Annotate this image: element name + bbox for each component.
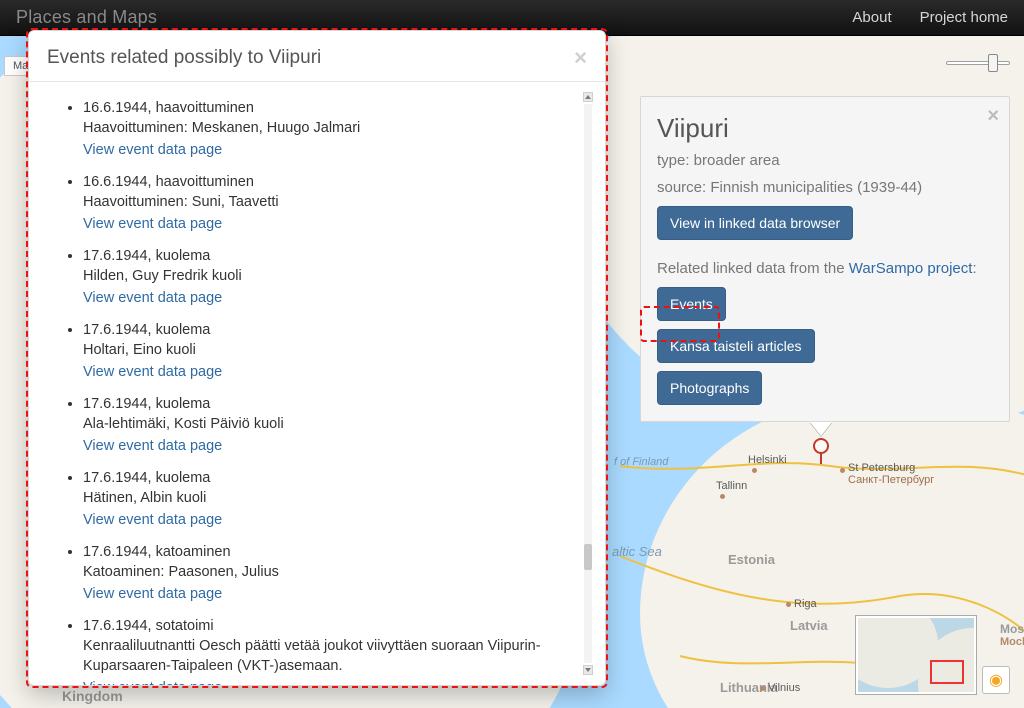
zoom-slider[interactable] [946, 52, 1010, 74]
event-description: Katoaminen: Paasonen, Julius [83, 562, 571, 582]
nav-about[interactable]: About [852, 9, 891, 26]
kansa-taisteli-button[interactable]: Kansa taisteli articles [657, 329, 815, 363]
event-description: Hilden, Guy Fredrik kuoli [83, 266, 571, 286]
event-description: Haavoittuminen: Meskanen, Huugo Jalmari [83, 118, 571, 138]
event-item: 17.6.1944, kuolemaHoltari, Eino kuoliVie… [83, 320, 571, 382]
event-item: 17.6.1944, katoaminenKatoaminen: Paasone… [83, 542, 571, 604]
view-event-data-link[interactable]: View event data page [83, 584, 222, 604]
event-heading: 17.6.1944, sotatoimi [83, 616, 571, 636]
event-item: 17.6.1944, kuolemaHilden, Guy Fredrik ku… [83, 246, 571, 308]
event-heading: 17.6.1944, kuolema [83, 394, 571, 414]
event-item: 16.6.1944, haavoittuminenHaavoittuminen:… [83, 172, 571, 234]
view-event-data-link[interactable]: View event data page [83, 288, 222, 308]
close-icon[interactable]: × [574, 45, 587, 71]
event-item: 16.6.1944, haavoittuminenHaavoittuminen:… [83, 98, 571, 160]
marker-icon [813, 438, 829, 454]
view-linked-data-button[interactable]: View in linked data browser [657, 206, 853, 240]
view-event-data-link[interactable]: View event data page [83, 510, 222, 530]
event-description: Haavoittuminen: Suni, Taavetti [83, 192, 571, 212]
minimap-viewport-icon [930, 660, 964, 684]
view-event-data-link[interactable]: View event data page [83, 678, 222, 685]
events-button[interactable]: Events [657, 287, 726, 321]
scroll-up-icon[interactable] [583, 92, 593, 102]
modal-header: Events related possibly to Viipuri × [29, 31, 605, 82]
label-gulf-of-finland: f of Finland [614, 456, 668, 468]
scroll-thumb[interactable] [584, 544, 592, 570]
event-item: 17.6.1944, kuolemaHätinen, Albin kuoliVi… [83, 468, 571, 530]
event-description: Ala-lehtimäki, Kosti Päiviö kuoli [83, 414, 571, 434]
modal-scrollbar[interactable] [583, 92, 593, 675]
event-item: 17.6.1944, kuolemaAla-lehtimäki, Kosti P… [83, 394, 571, 456]
app-title: Places and Maps [16, 7, 157, 28]
place-type: type: broader area [657, 152, 993, 169]
view-event-data-link[interactable]: View event data page [83, 214, 222, 234]
place-source: source: Finnish municipalities (1939-44) [657, 179, 993, 196]
modal-title: Events related possibly to Viipuri [47, 47, 321, 69]
pegman-icon: ◉ [989, 670, 1003, 690]
overview-minimap[interactable] [856, 616, 976, 694]
view-event-data-link[interactable]: View event data page [83, 362, 222, 382]
event-description: Hätinen, Albin kuoli [83, 488, 571, 508]
related-linked-data-text: Related linked data from the WarSampo pr… [657, 260, 993, 277]
photographs-button[interactable]: Photographs [657, 371, 762, 405]
event-heading: 17.6.1944, kuolema [83, 468, 571, 488]
event-heading: 17.6.1944, kuolema [83, 246, 571, 266]
event-heading: 16.6.1944, haavoittuminen [83, 172, 571, 192]
modal-body: 16.6.1944, haavoittuminenHaavoittuminen:… [29, 82, 605, 685]
view-event-data-link[interactable]: View event data page [83, 436, 222, 456]
events-list: 16.6.1944, haavoittuminenHaavoittuminen:… [57, 98, 571, 685]
events-modal: Events related possibly to Viipuri × 16.… [28, 30, 606, 686]
streetview-pegman-button[interactable]: ◉ [982, 666, 1010, 694]
close-icon[interactable]: × [987, 105, 999, 128]
event-description: Holtari, Eino kuoli [83, 340, 571, 360]
event-heading: 17.6.1944, kuolema [83, 320, 571, 340]
place-title: Viipuri [657, 113, 993, 144]
event-heading: 16.6.1944, haavoittuminen [83, 98, 571, 118]
map-marker-viipuri[interactable] [810, 438, 832, 470]
warsampo-project-link[interactable]: WarSampo project [849, 260, 973, 277]
view-event-data-link[interactable]: View event data page [83, 140, 222, 160]
event-description: Kenraaliluutnantti Oesch päätti vetää jo… [83, 636, 571, 676]
scroll-down-icon[interactable] [583, 665, 593, 675]
event-item: 17.6.1944, sotatoimiKenraaliluutnantti O… [83, 616, 571, 685]
event-heading: 17.6.1944, katoaminen [83, 542, 571, 562]
nav-project-home[interactable]: Project home [920, 9, 1008, 26]
place-info-card: × Viipuri type: broader area source: Fin… [640, 96, 1010, 422]
label-kingdom: Kingdom [62, 688, 123, 704]
